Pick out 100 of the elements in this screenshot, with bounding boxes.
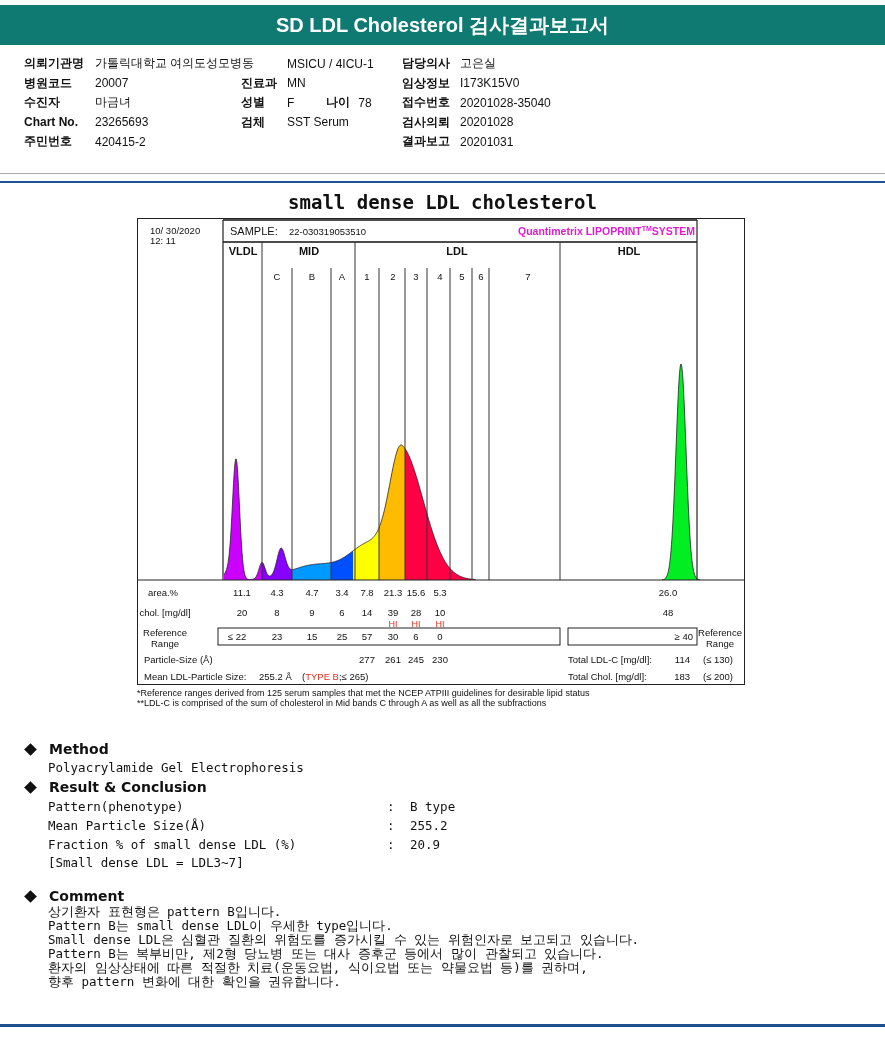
field-label: 수진자 xyxy=(24,94,61,112)
subband-label: 7 xyxy=(525,271,531,282)
section-heading: Result & Conclusion xyxy=(49,779,207,795)
band-group-label: MID xyxy=(298,245,320,257)
band-group-label: HDL xyxy=(617,245,641,257)
high-flag-text: HI xyxy=(435,619,445,629)
row-label: chol. [mg/dl] xyxy=(139,607,191,618)
report-title: SD LDL Cholesterol 검사결과보고서 xyxy=(276,12,609,38)
subband-label: 6 xyxy=(478,271,484,282)
field-label: 주민번호 xyxy=(24,133,73,151)
result-value: 20.9 xyxy=(410,837,442,852)
table-value: 7.8 xyxy=(360,587,374,598)
table-value: 10 xyxy=(434,607,446,618)
reference-value: 30 xyxy=(387,631,399,642)
field-value: 23265693 xyxy=(95,115,150,130)
field-value: 20007 xyxy=(95,76,130,91)
table-value: 261 xyxy=(385,654,401,665)
total-value: 183 xyxy=(674,671,690,682)
band-group-label: VLDL xyxy=(228,245,258,257)
field-label: 의뢰기관명 xyxy=(24,55,85,73)
reference-value: 6 xyxy=(413,631,419,642)
field-label: 병원코드 xyxy=(24,74,73,92)
field-value: F xyxy=(287,95,295,110)
row-label: Reference Range xyxy=(698,627,742,649)
field-value: 78 xyxy=(358,95,372,110)
field-value: MSICU / 4ICU-1 xyxy=(287,56,375,71)
field-value: 20201031 xyxy=(460,134,515,149)
table-value: 3.4 xyxy=(335,587,349,598)
field-value: 20201028 xyxy=(460,115,515,130)
result-label: Pattern(phenotype) xyxy=(48,799,185,814)
field-value: MN xyxy=(287,76,307,91)
result-label: Fraction % of small dense LDL (%) xyxy=(48,837,298,852)
field-label: 진료과 xyxy=(241,74,278,92)
comment-line: Pattern B는 복부비만, 제2형 당뇨병 또는 대사 증후군 등에서 많이 관찰되고 있습니다. xyxy=(48,947,605,961)
table-value: 39 xyxy=(387,607,399,618)
field-label: 나이 xyxy=(326,94,351,112)
method-text: Polyacrylamide Gel Electrophoresis xyxy=(47,759,305,777)
reference-value: 25 xyxy=(336,631,348,642)
comment-line: 향후 pattern 변화에 대한 확인을 권유합니다. xyxy=(48,975,342,989)
table-value: 5.3 xyxy=(433,587,447,598)
total-reference: (≤ 200) xyxy=(703,671,733,682)
comment-line: Small dense LDL은 심혈관 질환의 위험도를 증가시킬 수 있는 위험인자로 보고되고 있습니다. xyxy=(48,933,641,947)
table-value: 28 xyxy=(410,607,422,618)
table-value: 9 xyxy=(309,607,315,618)
chart-title: small dense LDL cholesterol xyxy=(287,190,598,214)
field-value: 420415-2 xyxy=(95,134,147,149)
table-value: 277 xyxy=(359,654,375,665)
total-label: Total LDL-C [mg/dl]: xyxy=(568,654,652,665)
field-label: 검사의뢰 xyxy=(402,113,451,131)
separator-text: : xyxy=(387,799,396,814)
table-value: 21.3 xyxy=(383,587,403,598)
pattern-type-text: (TYPE B;≤ 265) xyxy=(302,671,369,682)
field-value: SST Serum xyxy=(287,115,350,130)
total-value: 114 xyxy=(674,654,690,665)
field-label: Chart No. xyxy=(24,115,79,130)
high-flag-text: HI xyxy=(388,619,398,629)
field-value: 20201028-35040 xyxy=(460,95,552,110)
table-value: 245 xyxy=(408,654,424,665)
subband-label: 4 xyxy=(437,271,443,282)
field-value: 마금녀 xyxy=(95,94,132,112)
table-value: 15.6 xyxy=(406,587,426,598)
reference-value: 57 xyxy=(361,631,373,642)
total-reference: (≤ 130) xyxy=(703,654,733,665)
reference-value: 23 xyxy=(271,631,283,642)
table-value: 6 xyxy=(339,607,345,618)
field-value: 고은실 xyxy=(460,55,497,73)
result-value: 255.2 xyxy=(410,818,449,833)
subband-label: 1 xyxy=(364,271,370,282)
reference-value: 15 xyxy=(306,631,318,642)
table-value: 230 xyxy=(432,654,448,665)
footnote-text: **LDL-C is comprised of the sum of cholesterol in Mid bands C through A as well as all the subfractions xyxy=(137,698,548,708)
subband-label: 2 xyxy=(390,271,396,282)
table-value: 8 xyxy=(274,607,280,618)
table-value: 20 xyxy=(236,607,248,618)
high-flag-text: HI xyxy=(411,619,421,629)
separator-text: : xyxy=(387,818,396,833)
time-text: 12: 11 xyxy=(150,235,176,246)
date-text: 10/ 30/2020 xyxy=(150,225,201,236)
reference-value: ≥ 40 xyxy=(674,631,693,642)
subband-label: C xyxy=(273,271,281,282)
table-value: 11.1 xyxy=(233,587,251,598)
field-label: 접수번호 xyxy=(402,94,451,112)
table-value: 14 xyxy=(361,607,373,618)
field-label: 검체 xyxy=(241,113,266,131)
comment-line: 환자의 임상상태에 따른 적절한 치료(운동요법, 식이요법 또는 약물요법 등)를 권하며, xyxy=(48,961,589,975)
result-note: [Small dense LDL = LDL3~7] xyxy=(47,854,245,872)
table-value: 26.0 xyxy=(658,587,678,598)
field-label: 임상정보 xyxy=(402,74,451,92)
band-group-label: LDL xyxy=(446,245,468,257)
subband-label: 5 xyxy=(459,271,465,282)
subband-label: 3 xyxy=(413,271,419,282)
row-label: area.% xyxy=(147,587,179,598)
row-label: Reference Range xyxy=(143,627,187,649)
subband-label: B xyxy=(308,271,316,282)
comment-line: Pattern B는 small dense LDL이 우세한 type입니다. xyxy=(48,919,394,933)
result-value: B type xyxy=(410,799,456,814)
sample-label: SAMPLE: xyxy=(230,225,278,237)
reference-value: 0 xyxy=(437,631,443,642)
result-label: Mean Particle Size(Å) xyxy=(48,818,208,833)
reference-value: ≤ 22 xyxy=(227,631,247,642)
